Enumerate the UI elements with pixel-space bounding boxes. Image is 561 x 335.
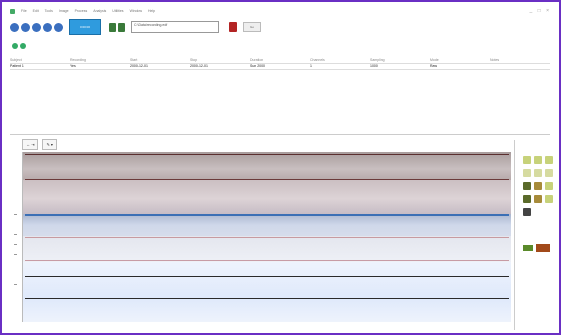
panel-splitter[interactable] xyxy=(10,134,550,135)
menu-analysis[interactable]: Analysis xyxy=(93,9,106,13)
recording-info-table: Subject Recording Start Stop Duration Ch… xyxy=(10,58,550,70)
signal-band-2 xyxy=(23,180,511,214)
channel-ruler xyxy=(14,152,20,322)
trace-line xyxy=(25,154,509,155)
go-button[interactable]: Go xyxy=(243,22,261,32)
menu-utilities[interactable]: Utilities xyxy=(112,9,123,13)
trace-line xyxy=(25,179,509,180)
refresh-icon[interactable] xyxy=(43,22,52,32)
value-channels: 1 xyxy=(310,64,312,68)
tool-grid xyxy=(523,156,554,219)
tool-8-icon[interactable] xyxy=(534,182,542,190)
ruler-tick xyxy=(14,254,17,255)
status-dot-2 xyxy=(20,43,26,49)
value-stop: 2000-12-01 xyxy=(190,64,208,68)
marker-right-icon[interactable] xyxy=(118,22,125,32)
file-path-input[interactable]: C:\Data\recording.edf xyxy=(131,21,219,33)
reset-icon[interactable] xyxy=(54,22,63,32)
signal-band-5 xyxy=(23,262,511,322)
tool-2-icon[interactable] xyxy=(534,156,542,164)
record-icon[interactable] xyxy=(229,22,237,32)
menu-process[interactable]: Process xyxy=(75,9,88,13)
palette-extra xyxy=(523,244,550,252)
status-indicators xyxy=(12,43,26,49)
tool-4-icon[interactable] xyxy=(523,169,531,177)
signal-band-3 xyxy=(23,214,511,236)
tool-6-icon[interactable] xyxy=(545,169,553,177)
status-dot-1 xyxy=(12,43,18,49)
tool-3-icon[interactable] xyxy=(545,156,553,164)
menu-help[interactable]: Help xyxy=(148,9,155,13)
pen-tool-button[interactable]: ✎ ▾ xyxy=(42,139,57,150)
menu-window[interactable]: Window xyxy=(130,9,142,13)
value-recording: Yes xyxy=(70,64,76,68)
ruler-tick xyxy=(14,284,17,285)
value-notes xyxy=(490,64,550,69)
tool-5-icon[interactable] xyxy=(534,169,542,177)
tool-12-icon[interactable] xyxy=(545,195,553,203)
record-block-icon[interactable] xyxy=(536,244,550,252)
menu-image[interactable]: Image xyxy=(59,9,69,13)
tool-1-icon[interactable] xyxy=(523,156,531,164)
signal-band-1 xyxy=(23,152,511,180)
main-toolbar: 0:00:00 C:\Data\recording.edf Go xyxy=(10,18,261,36)
signal-band-4 xyxy=(23,236,511,262)
forward-icon[interactable] xyxy=(32,22,41,32)
track-toolbar: ↔ ⇥ ✎ ▾ xyxy=(22,139,57,150)
arrows-icon: ↔ ⇥ xyxy=(26,142,35,147)
tool-9-icon[interactable] xyxy=(545,182,553,190)
menu-bar: File Edit Tools Image Process Analysis U… xyxy=(10,8,155,14)
value-duration: Sun 2000 xyxy=(250,64,265,68)
window-controls[interactable]: _ □ × xyxy=(530,8,552,14)
value-mode: Raw xyxy=(430,64,438,68)
time-counter[interactable]: 0:00:00 xyxy=(69,19,101,35)
trace-line xyxy=(25,237,509,238)
tool-11-icon[interactable] xyxy=(534,195,542,203)
ruler-tick xyxy=(14,244,17,245)
menu-file[interactable]: File xyxy=(21,9,27,13)
trace-line xyxy=(25,298,509,299)
ruler-tick xyxy=(14,214,17,215)
back-icon[interactable] xyxy=(21,22,30,32)
zoom-arrows-button[interactable]: ↔ ⇥ xyxy=(22,139,39,150)
value-subject: Patient 1 xyxy=(10,64,24,68)
tool-palette xyxy=(514,140,559,330)
ruler-tick xyxy=(14,234,17,235)
tool-13-icon[interactable] xyxy=(523,208,531,216)
open-icon[interactable] xyxy=(10,22,19,32)
info-value-row: Patient 1 Yes 2000-12-01 2000-12-01 Sun … xyxy=(10,64,550,69)
trace-line xyxy=(25,260,509,261)
pen-icon: ✎ ▾ xyxy=(46,142,53,147)
trace-line xyxy=(25,276,509,277)
signal-view[interactable] xyxy=(22,152,511,322)
trace-line xyxy=(25,214,509,216)
marker-icons xyxy=(109,22,125,32)
value-sampling: 1000 xyxy=(370,64,378,68)
app-icon xyxy=(10,8,15,14)
application-window: File Edit Tools Image Process Analysis U… xyxy=(0,0,561,335)
tool-10-icon[interactable] xyxy=(523,195,531,203)
tool-7-icon[interactable] xyxy=(523,182,531,190)
menu-edit[interactable]: Edit xyxy=(33,9,39,13)
marker-left-icon[interactable] xyxy=(109,22,116,32)
menu-tools[interactable]: Tools xyxy=(45,9,53,13)
export-icon[interactable] xyxy=(523,245,533,251)
value-start: 2000-12-01 xyxy=(130,64,148,68)
